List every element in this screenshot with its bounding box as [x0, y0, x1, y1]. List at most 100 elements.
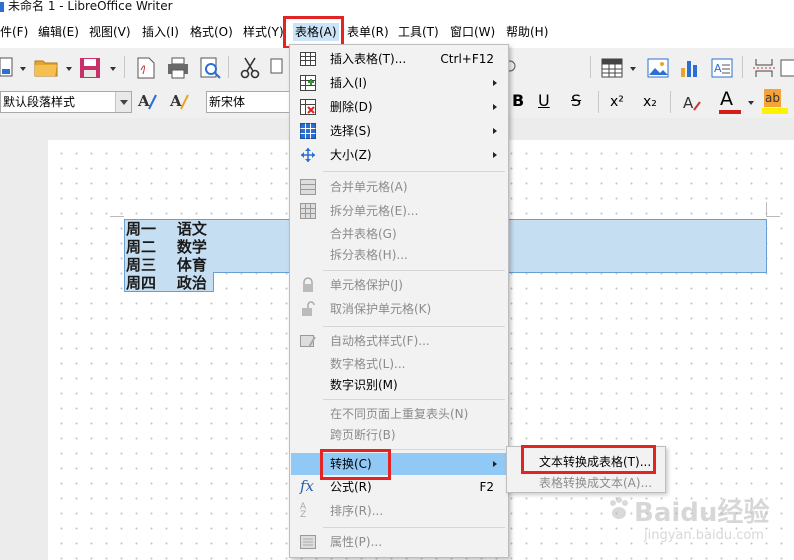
clear-formatting-icon[interactable]: A	[680, 90, 704, 114]
menu-separator	[323, 399, 505, 400]
menu-item-insert[interactable]: 插入(I)	[291, 72, 508, 94]
resize-icon	[301, 148, 315, 162]
chevron-down-icon[interactable]	[630, 67, 636, 71]
menu-tools[interactable]: 工具(T)	[398, 23, 439, 41]
menu-styles[interactable]: 样式(Y)	[243, 23, 284, 41]
menu-item-split-cells[interactable]: 拆分单元格(E)...	[291, 200, 508, 222]
menu-view[interactable]: 视图(V)	[89, 23, 131, 41]
menu-item-protect-cells[interactable]: 单元格保护(J)	[291, 274, 508, 296]
chevron-right-icon	[493, 80, 497, 86]
formula-fx-icon: fx	[300, 477, 315, 495]
insert-textbox-icon[interactable]: A	[710, 56, 734, 80]
new-document-icon[interactable]	[0, 56, 14, 80]
menu-item-sort[interactable]: AZ 排序(R)...	[291, 500, 508, 522]
chevron-down-icon[interactable]	[115, 92, 131, 112]
menu-item-merge-table[interactable]: 合并表格(G)	[291, 223, 508, 245]
paw-logo-icon	[610, 497, 628, 519]
page-break-icon[interactable]	[752, 56, 776, 80]
underline-button[interactable]: U	[538, 92, 550, 110]
menu-item-number-format[interactable]: 数字格式(L)...	[291, 353, 508, 375]
unlock-icon	[302, 301, 315, 316]
menu-file[interactable]: 件(F)	[0, 23, 28, 41]
chevron-down-icon[interactable]	[20, 67, 26, 71]
chevron-right-icon	[493, 128, 497, 134]
menu-separator	[323, 326, 505, 327]
menu-item-allow-row-break[interactable]: 跨页断行(B)	[291, 424, 508, 446]
insert-table-toolbar-icon[interactable]	[600, 56, 624, 80]
crop-mark	[766, 202, 767, 216]
print-preview-icon[interactable]	[198, 56, 222, 80]
baidu-watermark: Baidu经验 jingyan.baidu.com	[600, 492, 790, 556]
menu-item-convert[interactable]: 转换(C)	[291, 453, 508, 475]
menu-item-repeat-heading[interactable]: 在不同页面上重复表头(N)	[291, 403, 508, 425]
menu-separator	[323, 171, 505, 172]
merge-cells-icon	[300, 179, 316, 195]
insert-field-icon[interactable]	[780, 56, 794, 80]
menu-form[interactable]: 表单(R)	[347, 23, 389, 41]
toolbar-separator	[590, 56, 591, 78]
menu-item-select[interactable]: 选择(S)	[291, 120, 508, 142]
menu-separator	[323, 527, 505, 528]
toolbar-separator	[124, 56, 125, 78]
delete-table-icon	[300, 99, 316, 115]
menu-window[interactable]: 窗口(W)	[450, 23, 495, 41]
menu-item-autoformat[interactable]: 自动格式样式(F)...	[291, 330, 508, 352]
menu-item-properties[interactable]: 属性(P)...	[291, 531, 508, 553]
lock-icon	[303, 277, 313, 292]
menu-help[interactable]: 帮助(H)	[506, 23, 548, 41]
cut-icon[interactable]	[238, 56, 262, 80]
menu-table[interactable]: 表格(A)	[293, 23, 339, 41]
menu-item-insert-table[interactable]: 插入表格(T)... Ctrl+F12	[291, 48, 508, 70]
menu-format[interactable]: 格式(O)	[190, 23, 233, 41]
convert-submenu: 文本转换成表格(T)... 表格转换成文本(A)...	[506, 446, 666, 493]
menu-item-formula[interactable]: fx 公式(R) F2	[291, 476, 508, 498]
chevron-down-icon[interactable]	[66, 67, 72, 71]
svg-text:A: A	[169, 92, 182, 110]
menu-item-unprotect-cells[interactable]: 取消保护单元格(K)	[291, 298, 508, 320]
export-pdf-icon[interactable]	[134, 56, 158, 80]
subscript-button[interactable]: x₂	[643, 93, 657, 111]
save-icon[interactable]	[78, 56, 102, 80]
chevron-down-icon[interactable]	[110, 67, 116, 71]
superscript-button[interactable]: x²	[610, 93, 624, 111]
menu-item-number-recognition[interactable]: 数字识别(M)	[291, 374, 508, 396]
menu-item-delete[interactable]: 删除(D)	[291, 96, 508, 118]
svg-text:A: A	[714, 62, 722, 75]
strikethrough-button[interactable]: S	[571, 92, 581, 110]
menu-item-split-table[interactable]: 拆分表格(H)...	[291, 244, 508, 266]
menu-item-size[interactable]: 大小(Z)	[291, 144, 508, 166]
document-line[interactable]: 周二 数学	[126, 238, 207, 256]
insert-chart-icon[interactable]	[678, 56, 702, 80]
insert-rows-icon	[300, 75, 316, 91]
menu-item-text-to-table[interactable]: 文本转换成表格(T)...	[508, 451, 665, 473]
print-icon[interactable]	[166, 56, 190, 80]
update-style-icon[interactable]: A	[136, 89, 160, 113]
document-line[interactable]: 周三 体育	[126, 256, 207, 274]
chevron-right-icon	[493, 104, 497, 110]
open-folder-icon[interactable]	[34, 56, 58, 80]
menu-item-merge-cells[interactable]: 合并单元格(A)	[291, 176, 508, 198]
paragraph-style-combo[interactable]: 默认段落样式	[0, 91, 132, 113]
autoformat-icon	[300, 335, 316, 348]
menu-separator	[323, 449, 505, 450]
svg-text:A: A	[683, 94, 694, 112]
copy-icon[interactable]	[270, 56, 286, 80]
chevron-right-icon	[493, 152, 497, 158]
watermark-brand: Baidu经验	[634, 498, 770, 528]
highlight-color-button[interactable]: ab	[764, 89, 781, 107]
menu-bar: 件(F) 编辑(E) 视图(V) 插入(I) 格式(O) 样式(Y) 表格(A)…	[0, 14, 794, 48]
document-line[interactable]: 周一 语文	[126, 220, 207, 238]
font-name-combo[interactable]: 新宋体	[206, 91, 292, 113]
bold-button[interactable]: B	[512, 92, 524, 110]
new-style-icon[interactable]: A	[168, 89, 192, 113]
menu-separator	[323, 270, 505, 271]
menu-item-table-to-text[interactable]: 表格转换成文本(A)...	[508, 472, 665, 494]
split-cells-icon	[300, 203, 316, 219]
document-line[interactable]: 周四 政治	[126, 274, 207, 292]
font-color-button[interactable]: A	[720, 90, 733, 109]
chevron-down-icon[interactable]	[748, 101, 754, 105]
menu-edit[interactable]: 编辑(E)	[38, 23, 79, 41]
font-name-value: 新宋体	[209, 95, 246, 109]
insert-image-icon[interactable]	[646, 56, 670, 80]
menu-insert[interactable]: 插入(I)	[142, 23, 179, 41]
